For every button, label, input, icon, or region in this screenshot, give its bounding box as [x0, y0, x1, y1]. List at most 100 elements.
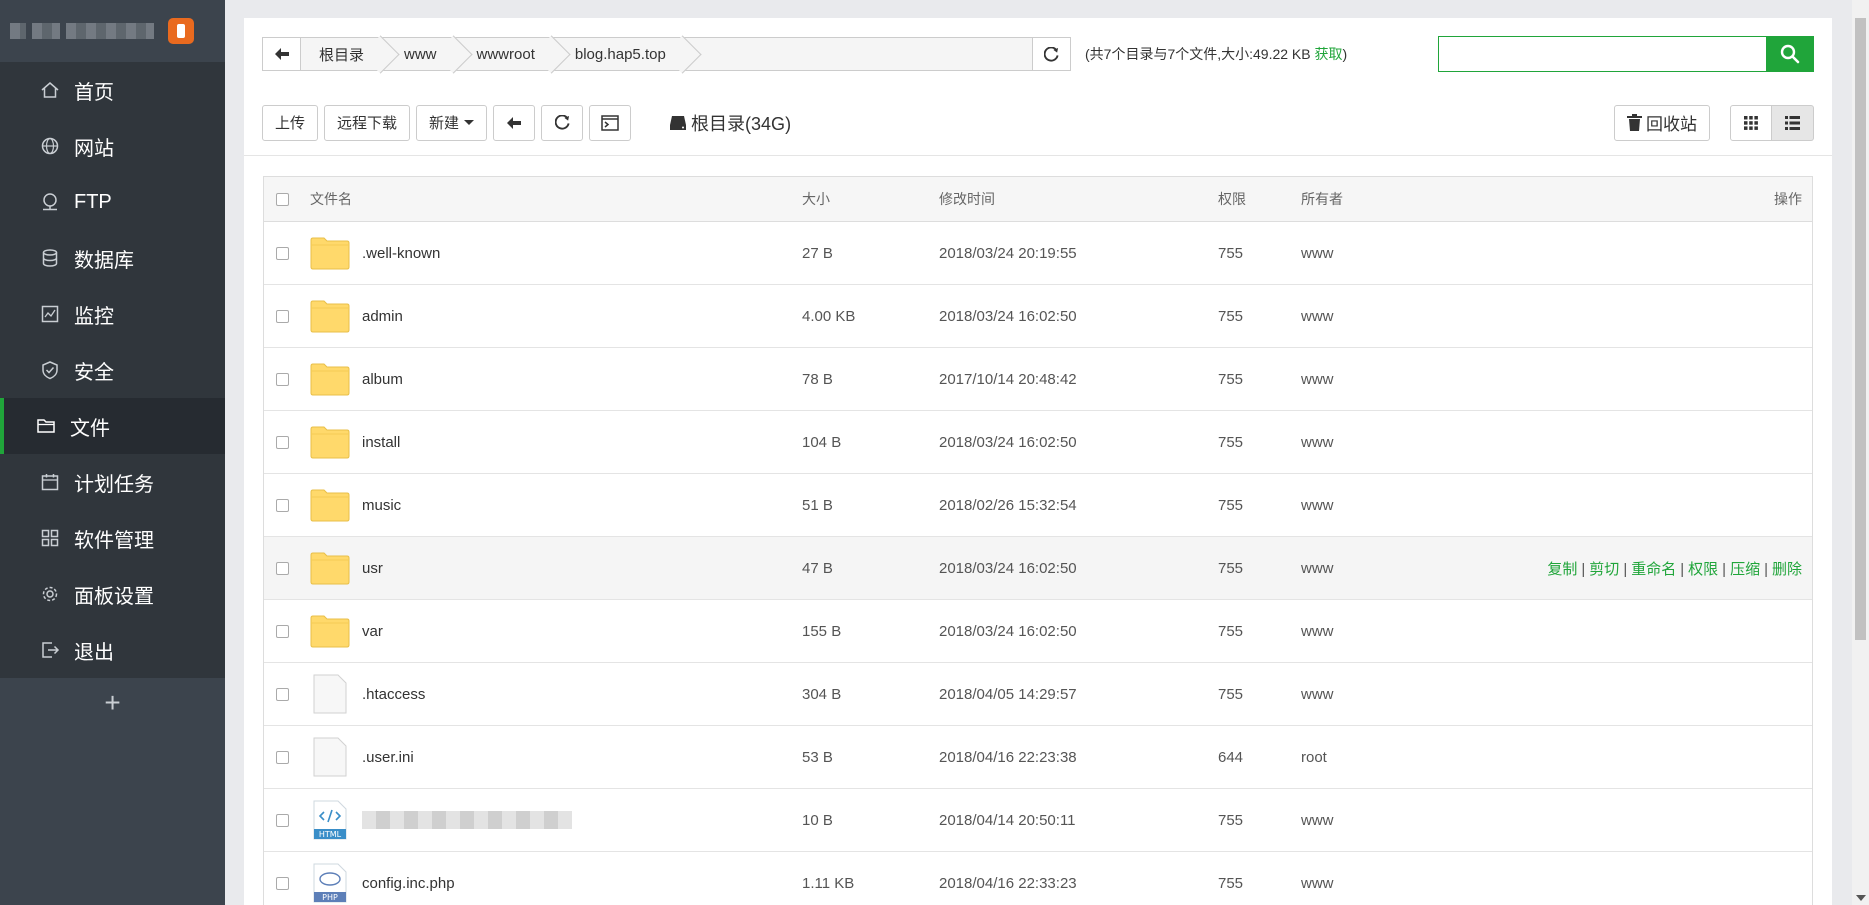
- table-row[interactable]: PHP config.inc.php 1.11 KB 2018/04/16 22:33…: [264, 852, 1812, 905]
- perm-cell[interactable]: 755: [1218, 560, 1243, 577]
- folder-icon[interactable]: [310, 233, 350, 273]
- table-row[interactable]: album 78 B 2017/10/14 20:48:42 755 www: [264, 348, 1812, 411]
- folder-icon[interactable]: [310, 485, 350, 525]
- header-time[interactable]: 修改时间: [939, 189, 995, 209]
- sidebar-item-3[interactable]: 数据库: [0, 230, 225, 286]
- header-size[interactable]: 大小: [802, 189, 830, 209]
- folder-icon[interactable]: [310, 296, 350, 336]
- upload-button[interactable]: 上传: [262, 104, 319, 141]
- row-checkbox[interactable]: [276, 813, 289, 827]
- search-input[interactable]: [1438, 36, 1766, 72]
- folder-icon[interactable]: [310, 611, 350, 651]
- breadcrumb-item[interactable]: blog.hap5.top: [557, 38, 688, 70]
- table-row[interactable]: admin 4.00 KB 2018/03/24 16:02:50 755 www: [264, 285, 1812, 348]
- file-name[interactable]: admin: [362, 308, 403, 325]
- sidebar-item-5[interactable]: 安全: [0, 342, 225, 398]
- recycle-bin-button[interactable]: 回收站: [1614, 104, 1710, 141]
- action-link[interactable]: 剪切: [1589, 561, 1619, 578]
- perm-cell[interactable]: 755: [1218, 686, 1243, 703]
- row-checkbox[interactable]: [276, 624, 289, 638]
- sidebar-item-2[interactable]: FTP: [0, 174, 225, 230]
- file-name[interactable]: music: [362, 497, 401, 514]
- perm-cell[interactable]: 755: [1218, 245, 1243, 262]
- folder-icon[interactable]: [310, 422, 350, 462]
- path-refresh-button[interactable]: [1033, 37, 1071, 71]
- list-view-button[interactable]: [1772, 104, 1814, 141]
- row-checkbox[interactable]: [276, 372, 289, 386]
- php-file-icon[interactable]: PHP: [310, 863, 350, 903]
- header-name[interactable]: 文件名: [310, 189, 352, 209]
- perm-cell[interactable]: 755: [1218, 497, 1243, 514]
- scrollbar-thumb[interactable]: [1855, 18, 1866, 640]
- file-name[interactable]: .htaccess: [362, 686, 425, 703]
- file-icon[interactable]: [310, 674, 350, 714]
- path-back-button[interactable]: [263, 38, 301, 70]
- table-row[interactable]: install 104 B 2018/03/24 16:02:50 755 www: [264, 411, 1812, 474]
- back-button[interactable]: [493, 104, 536, 141]
- file-name[interactable]: .well-known: [362, 245, 440, 262]
- perm-cell[interactable]: 755: [1218, 812, 1243, 829]
- table-row[interactable]: usr 47 B 2018/03/24 16:02:50 755 www 复制 | 剪切 | 重命…: [264, 537, 1812, 600]
- perm-cell[interactable]: 755: [1218, 623, 1243, 640]
- file-name[interactable]: config.inc.php: [362, 875, 455, 892]
- row-checkbox[interactable]: [276, 750, 289, 764]
- table-row[interactable]: .htaccess 304 B 2018/04/05 14:29:57 755 www: [264, 663, 1812, 726]
- refresh-button[interactable]: [541, 104, 584, 141]
- perm-cell[interactable]: 755: [1218, 434, 1243, 451]
- file-icon[interactable]: [310, 737, 350, 777]
- folder-icon[interactable]: [310, 359, 350, 399]
- row-checkbox[interactable]: [276, 498, 289, 512]
- breadcrumb-item[interactable]: wwwroot: [459, 38, 557, 70]
- row-checkbox[interactable]: [276, 876, 289, 890]
- remote-download-button[interactable]: 远程下载: [324, 104, 411, 141]
- action-link[interactable]: 复制: [1547, 561, 1577, 578]
- file-name[interactable]: var: [362, 623, 383, 640]
- page-scrollbar[interactable]: [1852, 0, 1869, 905]
- row-checkbox[interactable]: [276, 435, 289, 449]
- html-file-icon[interactable]: HTML: [310, 800, 350, 840]
- sidebar-item-4[interactable]: 监控: [0, 286, 225, 342]
- file-name[interactable]: install: [362, 434, 400, 451]
- get-size-link[interactable]: 获取: [1315, 46, 1343, 62]
- perm-cell[interactable]: 644: [1218, 749, 1243, 766]
- scroll-down-arrow-icon[interactable]: [1856, 895, 1866, 901]
- time-cell: 2018/03/24 16:02:50: [939, 622, 1077, 640]
- add-icon[interactable]: +: [0, 678, 225, 728]
- table-row[interactable]: .well-known 27 B 2018/03/24 20:19:55 755 www: [264, 222, 1812, 285]
- sidebar-item-1[interactable]: 网站: [0, 118, 225, 174]
- file-name[interactable]: .user.ini: [362, 749, 414, 766]
- row-checkbox[interactable]: [276, 246, 289, 260]
- sidebar-item-8[interactable]: 软件管理: [0, 510, 225, 566]
- sidebar-item-0[interactable]: 首页: [0, 62, 225, 118]
- terminal-button[interactable]: [589, 104, 632, 141]
- new-dropdown-button[interactable]: 新建: [416, 104, 488, 141]
- breadcrumb-item[interactable]: 根目录: [301, 38, 386, 70]
- disk-info[interactable]: 根目录(34G): [669, 110, 791, 136]
- action-link[interactable]: 压缩: [1730, 561, 1760, 578]
- select-all-checkbox[interactable]: [276, 192, 289, 206]
- file-name-redacted[interactable]: [362, 811, 572, 829]
- row-checkbox[interactable]: [276, 309, 289, 323]
- sidebar-item-6[interactable]: 文件: [0, 398, 225, 454]
- table-row[interactable]: .user.ini 53 B 2018/04/16 22:23:38 644 root: [264, 726, 1812, 789]
- action-link[interactable]: 权限: [1688, 561, 1718, 578]
- sidebar-item-7[interactable]: 计划任务: [0, 454, 225, 510]
- sidebar-item-9[interactable]: 面板设置: [0, 566, 225, 622]
- grid-view-button[interactable]: [1730, 104, 1772, 141]
- file-name[interactable]: usr: [362, 560, 383, 577]
- sidebar-item-10[interactable]: 退出: [0, 622, 225, 678]
- search-button[interactable]: [1766, 36, 1814, 72]
- breadcrumb-fill[interactable]: [688, 38, 1032, 70]
- action-link[interactable]: 删除: [1772, 561, 1802, 578]
- table-row[interactable]: var 155 B 2018/03/24 16:02:50 755 www: [264, 600, 1812, 663]
- perm-cell[interactable]: 755: [1218, 371, 1243, 388]
- folder-icon[interactable]: [310, 548, 350, 588]
- action-link[interactable]: 重命名: [1631, 561, 1676, 578]
- table-row[interactable]: HTML 10 B 2018/04/14 20:50:11 755 www: [264, 789, 1812, 852]
- perm-cell[interactable]: 755: [1218, 308, 1243, 325]
- file-name[interactable]: album: [362, 371, 403, 388]
- row-checkbox[interactable]: [276, 561, 289, 575]
- perm-cell[interactable]: 755: [1218, 875, 1243, 892]
- row-checkbox[interactable]: [276, 687, 289, 701]
- table-row[interactable]: music 51 B 2018/02/26 15:32:54 755 www: [264, 474, 1812, 537]
